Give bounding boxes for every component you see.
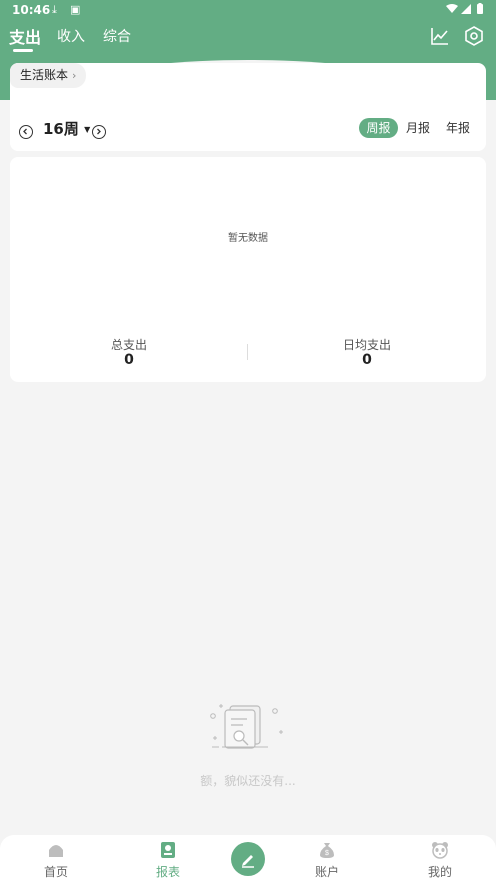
add-record-button[interactable] xyxy=(231,842,265,876)
battery-icon xyxy=(477,3,483,14)
no-data-text: 暂无数据 xyxy=(228,233,268,244)
tab-overall[interactable]: 综合 xyxy=(103,26,131,46)
nav-report[interactable]: 报表 xyxy=(138,835,198,881)
empty-document-icon xyxy=(210,704,283,749)
report-book-icon xyxy=(161,842,175,858)
signal-icon xyxy=(461,4,471,14)
wifi-icon xyxy=(446,4,458,13)
next-week-button[interactable] xyxy=(92,125,106,139)
period-yearly[interactable]: 年报 xyxy=(439,118,477,138)
book-name: 生活账本 xyxy=(20,68,69,82)
total-expense-label: 总支出 xyxy=(110,338,147,352)
empty-state-text: 额，貌似还没有... xyxy=(200,774,296,788)
chart-line-icon[interactable] xyxy=(429,25,451,47)
nav-account-label: 账户 xyxy=(314,865,339,879)
home-icon xyxy=(49,845,63,857)
nav-report-label: 报表 xyxy=(155,865,180,879)
nav-home[interactable]: 首页 xyxy=(26,835,86,881)
svg-text:$: $ xyxy=(325,850,329,857)
chevron-right-icon: › xyxy=(72,69,77,82)
chevron-right-icon xyxy=(97,128,101,135)
nav-mine[interactable]: 我的 xyxy=(410,835,470,881)
daily-expense-value: 0 xyxy=(362,352,372,368)
pencil-icon xyxy=(242,855,254,868)
chevron-left-icon xyxy=(23,128,27,135)
book-selector[interactable]: 生活账本 › xyxy=(10,63,87,88)
dropdown-triangle-icon: ▼ xyxy=(84,125,91,134)
status-bar: 10:46 ⤓ ▣ xyxy=(0,0,496,22)
period-weekly[interactable]: 周报 xyxy=(359,118,398,138)
period-monthly[interactable]: 月报 xyxy=(399,118,437,138)
nav-mine-label: 我的 xyxy=(427,865,452,879)
money-bag-icon: $ xyxy=(320,843,334,858)
top-tabs: 支出 收入 综合 xyxy=(0,24,496,54)
tab-underline xyxy=(13,49,33,52)
daily-expense-label: 日均支出 xyxy=(342,338,391,352)
status-time: 10:46 xyxy=(12,3,51,17)
notification-icon: ▣ xyxy=(70,3,81,16)
week-value: 16周 xyxy=(43,120,79,138)
prev-week-button[interactable] xyxy=(19,125,33,139)
nav-account[interactable]: $ 账户 xyxy=(297,835,357,881)
tab-income[interactable]: 收入 xyxy=(57,26,85,46)
download-icon: ⤓ xyxy=(52,3,57,16)
stat-divider xyxy=(247,344,248,360)
total-expense-value: 0 xyxy=(124,352,134,368)
panda-icon xyxy=(432,842,448,859)
nav-home-label: 首页 xyxy=(43,865,68,879)
period-toggle: 周报 月报 年报 xyxy=(359,118,477,138)
settings-hexagon-icon[interactable] xyxy=(463,25,485,47)
week-label[interactable]: 16周 ▼ xyxy=(43,118,90,139)
tab-expense[interactable]: 支出 xyxy=(9,24,41,48)
